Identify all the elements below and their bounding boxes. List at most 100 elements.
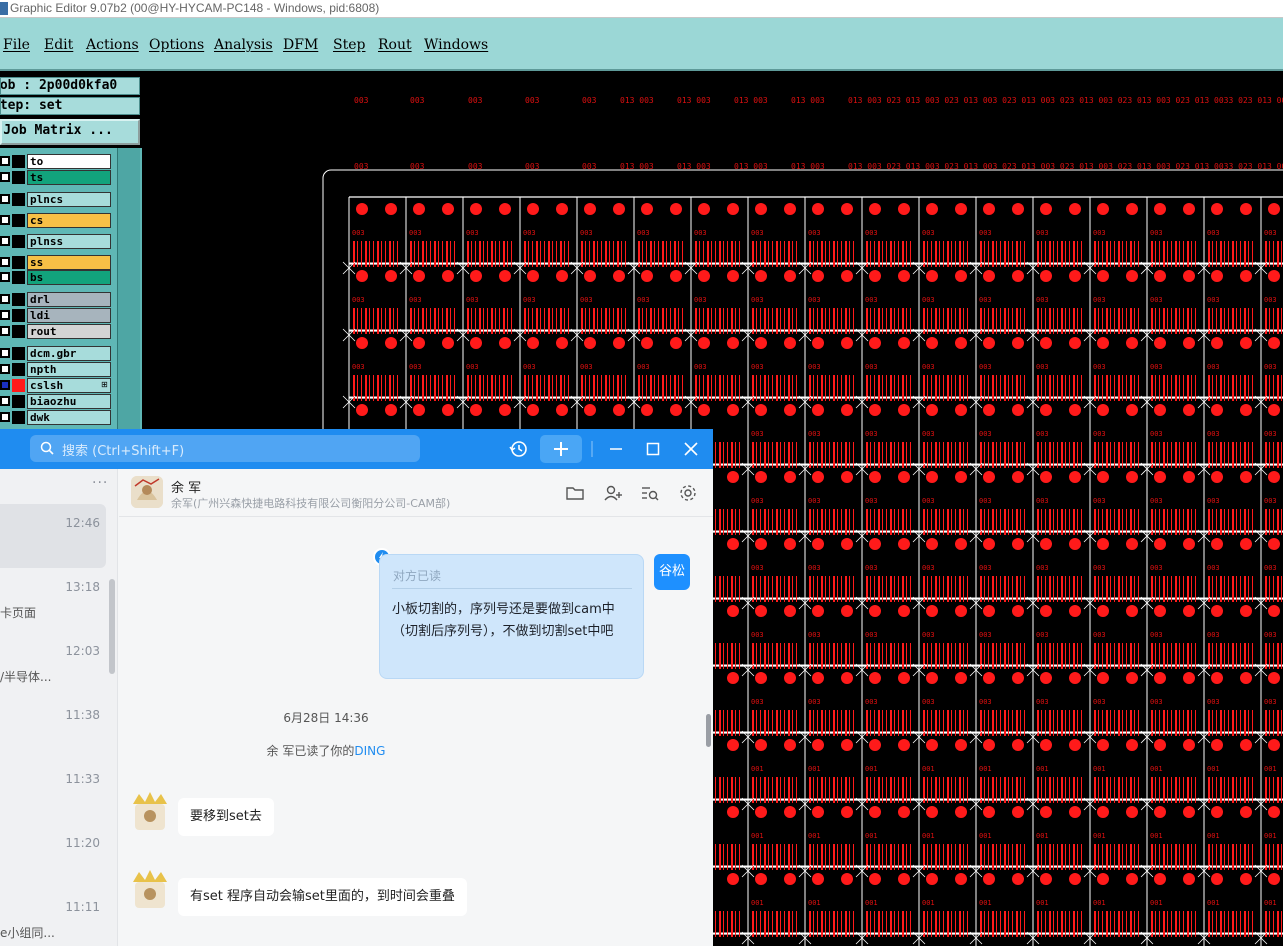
minimize-icon[interactable] — [606, 439, 626, 459]
layer-checkbox[interactable] — [0, 215, 10, 225]
layer-scrollbar[interactable] — [117, 148, 140, 433]
layer-checkbox[interactable] — [0, 236, 10, 246]
layer-row-ldi[interactable]: ldi — [0, 308, 114, 323]
menu-step[interactable]: Step — [333, 37, 365, 53]
pad — [755, 404, 767, 416]
barcode-bar — [397, 375, 398, 401]
menu-file[interactable]: File — [3, 37, 30, 53]
layer-name[interactable]: npth — [27, 362, 111, 377]
layer-name[interactable]: ts — [27, 170, 111, 185]
conversation-item[interactable]: 12:03 /半导体... — [0, 632, 106, 696]
top-panel-label: 013 003 — [620, 96, 654, 105]
layer-row-rout[interactable]: rout — [0, 324, 114, 339]
layer-name[interactable]: dwk — [27, 410, 111, 425]
barcode-bar — [1155, 911, 1156, 937]
layer-checkbox[interactable] — [0, 380, 10, 390]
layer-name[interactable]: drl — [27, 292, 111, 307]
layer-name[interactable]: biaozhu — [27, 394, 111, 409]
layer-row-plncs[interactable]: plncs — [0, 192, 114, 207]
layer-checkbox[interactable] — [0, 412, 10, 422]
layer-row-bs[interactable]: bs — [0, 270, 114, 285]
menu-dfm[interactable]: DFM — [283, 37, 318, 53]
barcode-bar — [1008, 241, 1009, 267]
layer-expand-icon[interactable]: ⊞ — [101, 380, 108, 389]
layer-row-dcm-gbr[interactable]: dcm.gbr — [0, 346, 114, 361]
more-icon[interactable]: ··· — [92, 475, 108, 491]
layer-row-npth[interactable]: npth — [0, 362, 114, 377]
barcode-bar — [499, 241, 500, 267]
folder-icon[interactable] — [565, 483, 585, 503]
menu-edit[interactable]: Edit — [44, 37, 73, 53]
conversation-scrollbar[interactable] — [109, 579, 115, 674]
layer-row-dwk[interactable]: dwk — [0, 410, 114, 425]
barcode-bar — [1187, 375, 1189, 401]
conversation-item[interactable]: 13:18 卡页面 — [0, 568, 106, 632]
conversation-item[interactable]: 11:33 — [0, 760, 106, 824]
avatar[interactable] — [131, 476, 163, 508]
layer-name[interactable]: to — [27, 154, 111, 169]
ding-link[interactable]: DING — [354, 744, 385, 758]
peer-avatar[interactable] — [129, 870, 171, 910]
conversation-item[interactable]: 11:11 e小组同... — [0, 888, 106, 946]
pad — [527, 203, 539, 215]
maximize-icon[interactable] — [643, 439, 663, 459]
layer-row-cslsh[interactable]: cslsh ⊞ — [0, 378, 114, 393]
barcode-bar — [1041, 643, 1042, 669]
peer-avatar[interactable] — [129, 792, 171, 832]
my-avatar[interactable]: 谷松 — [654, 554, 690, 590]
barcode-bar — [1004, 308, 1006, 334]
menu-rout[interactable]: Rout — [378, 37, 412, 53]
search-input[interactable]: 搜索 (Ctrl+Shift+F) — [30, 435, 420, 462]
barcode-bar — [1000, 844, 1001, 870]
barcode-bar — [1065, 911, 1066, 937]
search-history-icon[interactable] — [640, 483, 660, 503]
layer-checkbox[interactable] — [0, 257, 10, 267]
layer-row-to[interactable]: to — [0, 154, 114, 169]
menu-analysis[interactable]: Analysis — [214, 37, 273, 53]
layer-name[interactable]: rout — [27, 324, 111, 339]
layer-checkbox[interactable] — [0, 364, 10, 374]
layer-checkbox[interactable] — [0, 396, 10, 406]
layer-row-drl[interactable]: drl — [0, 292, 114, 307]
my-message-bubble[interactable]: 对方已读 小板切割的，序列号还是要做到cam中（切割后序列号），不做到切割set… — [379, 554, 644, 679]
layer-checkbox[interactable] — [0, 310, 10, 320]
gear-icon[interactable] — [678, 483, 698, 503]
layer-checkbox[interactable] — [0, 172, 10, 182]
layer-checkbox[interactable] — [0, 348, 10, 358]
job-matrix-button[interactable]: Job Matrix ... — [0, 119, 140, 145]
layer-row-ss[interactable]: ss — [0, 255, 114, 270]
menu-windows[interactable]: Windows — [424, 37, 488, 53]
layer-name[interactable]: cslsh — [27, 378, 111, 393]
conversation-item[interactable]: 11:20 — [0, 824, 106, 888]
layer-checkbox[interactable] — [0, 326, 10, 336]
history-icon[interactable] — [509, 439, 529, 459]
peer-message-bubble[interactable]: 要移到set去 — [178, 798, 274, 836]
conversation-item[interactable]: 12:46 — [0, 504, 106, 568]
add-member-icon[interactable] — [603, 483, 623, 503]
layer-row-plnss[interactable]: plnss — [0, 234, 114, 249]
layer-checkbox[interactable] — [0, 294, 10, 304]
layer-name[interactable]: ldi — [27, 308, 111, 323]
menu-options[interactable]: Options — [149, 37, 204, 53]
chat-scrollbar[interactable] — [706, 714, 711, 747]
close-icon[interactable] — [681, 439, 701, 459]
layer-color-swatch — [12, 214, 25, 227]
layer-checkbox[interactable] — [0, 156, 10, 166]
conversation-item[interactable]: 11:38 — [0, 696, 106, 760]
new-chat-button[interactable] — [540, 435, 582, 463]
menu-actions[interactable]: Actions — [86, 37, 139, 53]
layer-row-cs[interactable]: cs — [0, 213, 114, 228]
layer-name[interactable]: cs — [27, 213, 111, 228]
layer-row-biaozhu[interactable]: biaozhu — [0, 394, 114, 409]
barcode-bar — [988, 710, 989, 736]
layer-checkbox[interactable] — [0, 194, 10, 204]
barcode-bar — [1122, 844, 1123, 870]
layer-name[interactable]: plnss — [27, 234, 111, 249]
layer-checkbox[interactable] — [0, 272, 10, 282]
layer-name[interactable]: ss — [27, 255, 111, 270]
peer-message-bubble[interactable]: 有set 程序自动会输set里面的，到时间会重叠 — [178, 878, 467, 916]
layer-row-ts[interactable]: ts — [0, 170, 114, 185]
layer-name[interactable]: bs — [27, 270, 111, 285]
layer-name[interactable]: plncs — [27, 192, 111, 207]
layer-name[interactable]: dcm.gbr — [27, 346, 111, 361]
